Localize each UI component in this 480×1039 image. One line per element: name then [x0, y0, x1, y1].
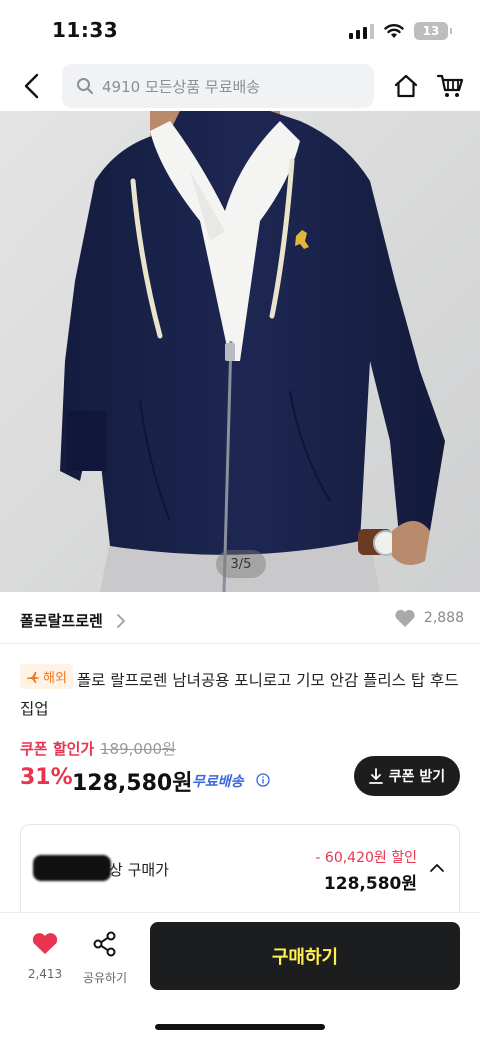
home-button[interactable] [388, 68, 424, 104]
redacted-label [33, 855, 111, 881]
overseas-badge-label: 해외 [43, 671, 67, 686]
battery-indicator: 13 [414, 22, 452, 40]
wifi-icon [384, 24, 404, 38]
search-input[interactable]: 4910 모든상품 무료배송 [62, 64, 374, 108]
share-button[interactable]: 공유하기 [80, 931, 130, 1001]
free-shipping-label: 무료배송 [192, 774, 244, 790]
cart-icon [436, 74, 464, 97]
back-button[interactable] [14, 68, 50, 104]
status-bar: 11:33 13 [0, 0, 480, 62]
home-indicator [155, 1024, 325, 1030]
buy-button[interactable]: 구매하기 [150, 922, 460, 990]
buy-button-label: 구매하기 [271, 947, 339, 968]
bottom-action-bar: 2,413 공유하기 구매하기 [0, 912, 480, 1039]
price-box-discount: - 60,420원 할인 [315, 850, 417, 866]
discount-rate: 31% [20, 765, 73, 790]
home-icon [394, 74, 418, 98]
status-time: 11:33 [52, 18, 119, 42]
download-icon [368, 768, 383, 784]
brand-like-button[interactable]: 2,888 [394, 608, 464, 628]
wish-count: 2,413 [27, 967, 63, 981]
brand-name[interactable]: 폴로랄프로렌 [20, 610, 103, 631]
heart-icon [32, 933, 58, 954]
coupon-price-label: 쿠폰 할인가 [20, 740, 95, 758]
product-photo [0, 111, 480, 592]
original-price: 189,000원 [100, 740, 176, 758]
product-title: 폴로 랄프로렌 남녀공용 포니로고 기모 안감 플리스 탑 후드 집업 [20, 671, 459, 718]
price-box-final: 128,580원 [323, 874, 417, 894]
status-indicators: 13 [349, 22, 452, 40]
brand-row: 폴로랄프로렌 2,888 [0, 596, 480, 644]
nav-bar: 4910 모든상품 무료배송 [0, 62, 480, 110]
search-icon [77, 78, 93, 94]
cart-button[interactable] [432, 68, 468, 104]
image-counter: 3/5 [216, 550, 266, 578]
wish-button[interactable]: 2,413 [20, 931, 70, 1001]
plane-icon [27, 671, 39, 683]
overseas-badge: 해외 [20, 664, 73, 689]
product-title-block: 해외 폴로 랄프로렌 남녀공용 포니로고 기모 안감 플리스 탑 후드 집업 [20, 664, 464, 723]
price-box-label: 상 구매가 [109, 861, 169, 879]
chevron-up-icon[interactable] [429, 863, 445, 873]
info-icon[interactable] [256, 773, 270, 787]
chevron-right-icon[interactable] [116, 613, 126, 629]
heart-icon [395, 609, 415, 627]
search-placeholder: 4910 모든상품 무료배송 [102, 77, 261, 96]
product-image[interactable] [0, 111, 480, 592]
back-arrow-icon [24, 73, 39, 99]
coupon-button-label: 쿠폰 받기 [388, 769, 446, 785]
cellular-signal-icon [349, 23, 374, 39]
share-icon [93, 931, 116, 957]
coupon-download-button[interactable]: 쿠폰 받기 [354, 756, 460, 796]
share-label: 공유하기 [82, 971, 128, 985]
brand-like-count: 2,888 [423, 610, 464, 626]
sale-price: 128,580원 [72, 771, 193, 796]
